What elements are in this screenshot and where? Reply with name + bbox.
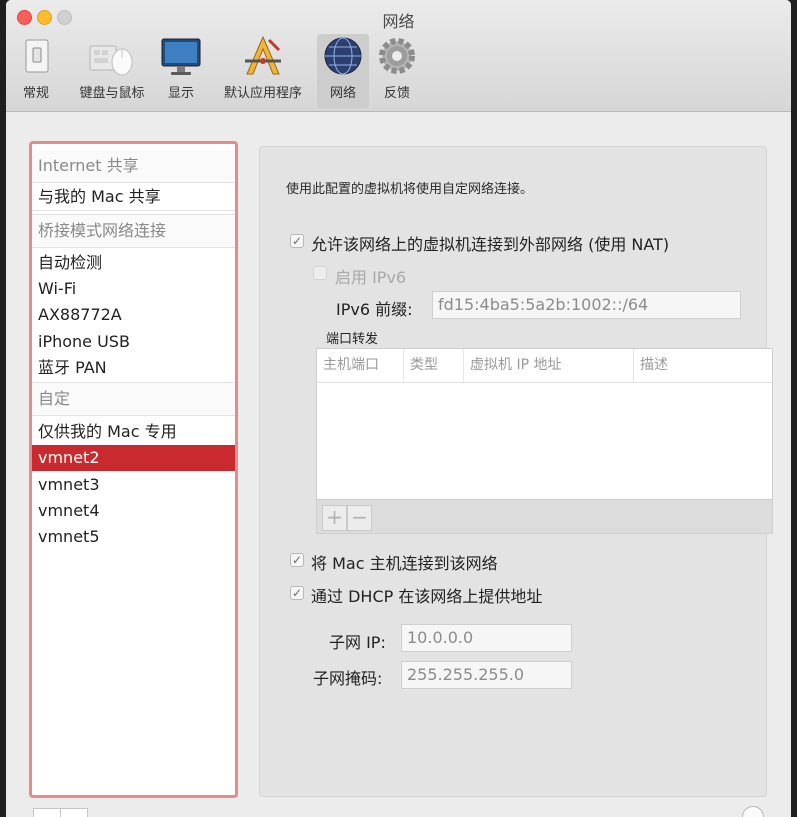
toolbar-network[interactable]: 网络 (317, 34, 369, 108)
column-header-vm-ip[interactable]: 虚拟机 IP 地址 (464, 349, 634, 382)
list-item-vmnet4[interactable]: vmnet4 (32, 498, 235, 524)
port-forwarding-label: 端口转发 (326, 332, 379, 347)
table-header: 主机端口 类型 虚拟机 IP 地址 描述 (317, 349, 772, 383)
gear-icon (375, 34, 419, 78)
network-list: Internet 共享 与我的 Mac 共享 桥接模式网络连接 自动检测 Wi-… (29, 141, 238, 798)
globe-network-icon (319, 34, 367, 78)
column-header-host-port[interactable]: 主机端口 (317, 349, 404, 382)
help-button[interactable] (742, 806, 764, 817)
window-title: 网络 (382, 12, 415, 31)
panel-description: 使用此配置的虚拟机将使用自定网络连接。 (286, 182, 534, 197)
section-header-internet-sharing: Internet 共享 (32, 150, 235, 183)
list-item-ax88772a[interactable]: AX88772A (32, 302, 235, 328)
title-bar: 网络 常规 键盘与鼠标 显示 默认应用程序 网络 反馈 (6, 0, 791, 112)
toolbar-keyboard-mouse-label: 键盘与鼠标 (79, 86, 145, 101)
section-header-custom: 自定 (32, 382, 235, 416)
toolbar-display-label: 显示 (167, 86, 194, 101)
toolbar-network-label: 网络 (329, 86, 356, 101)
add-port-button[interactable]: + (322, 505, 347, 531)
dhcp-label: 通过 DHCP 在该网络上提供地址 (311, 587, 543, 606)
ipv6-prefix-field[interactable]: fd15:4ba5:5a2b:1002::/64 (432, 291, 741, 319)
toolbar-feedback[interactable]: 反馈 (375, 34, 419, 108)
list-item-vmnet2[interactable]: vmnet2 (32, 445, 235, 471)
toolbar-general[interactable]: 常规 (13, 34, 59, 108)
ipv6-prefix-label: IPv6 前缀: (336, 300, 413, 319)
list-item-share-with-mac[interactable]: 与我的 Mac 共享 (32, 184, 235, 211)
toolbar-default-apps[interactable]: 默认应用程序 (211, 34, 315, 108)
subnet-mask-field[interactable]: 255.255.255.0 (401, 661, 572, 689)
section-header-bridged: 桥接模式网络连接 (32, 214, 235, 248)
subnet-ip-field[interactable]: 10.0.0.0 (401, 624, 572, 652)
toolbar-default-apps-label: 默认应用程序 (223, 86, 302, 101)
add-network-button[interactable] (33, 808, 61, 817)
column-header-type[interactable]: 类型 (404, 349, 464, 382)
table-footer: + − (316, 500, 773, 534)
list-item-wifi[interactable]: Wi-Fi (32, 276, 235, 302)
remove-port-button[interactable]: − (347, 505, 372, 531)
toolbar-general-label: 常规 (22, 86, 49, 101)
connect-host-checkbox[interactable]: ✓ (290, 553, 304, 567)
dhcp-checkbox[interactable]: ✓ (290, 586, 304, 600)
toolbar-keyboard-mouse[interactable]: 键盘与鼠标 (69, 34, 155, 108)
monitor-icon (161, 34, 201, 78)
toolbar-display[interactable]: 显示 (161, 34, 201, 108)
nat-label: 允许该网络上的虚拟机连接到外部网络 (使用 NAT) (311, 235, 670, 254)
column-header-description[interactable]: 描述 (634, 349, 772, 382)
subnet-mask-label: 子网掩码: (313, 669, 383, 688)
connect-host-label: 将 Mac 主机连接到该网络 (311, 554, 498, 573)
switch-icon (13, 34, 61, 78)
list-item-vmnet5[interactable]: vmnet5 (32, 524, 235, 550)
nat-checkbox[interactable]: ✓ (290, 234, 304, 248)
list-item-vmnet3[interactable]: vmnet3 (32, 472, 235, 498)
remove-network-button[interactable] (60, 808, 88, 817)
list-item-bluetooth-pan[interactable]: 蓝牙 PAN (32, 355, 235, 381)
port-forwarding-table[interactable]: 主机端口 类型 虚拟机 IP 地址 描述 (316, 348, 773, 500)
ipv6-checkbox[interactable] (313, 266, 327, 280)
list-item-private-to-mac[interactable]: 仅供我的 Mac 专用 (32, 419, 235, 445)
network-settings-panel: 使用此配置的虚拟机将使用自定网络连接。 ✓ 允许该网络上的虚拟机连接到外部网络 … (259, 146, 773, 797)
keyboard-mouse-icon (88, 34, 136, 78)
toolbar-feedback-label: 反馈 (383, 86, 410, 101)
list-item-autodetect[interactable]: 自动检测 (32, 250, 235, 276)
subnet-ip-label: 子网 IP: (329, 633, 386, 652)
list-item-iphone-usb[interactable]: iPhone USB (32, 329, 235, 355)
ipv6-label: 启用 IPv6 (335, 268, 407, 287)
app-tools-icon (239, 34, 287, 78)
preferences-window: 网络 常规 键盘与鼠标 显示 默认应用程序 网络 反馈 Internet 共享 … (6, 0, 791, 817)
